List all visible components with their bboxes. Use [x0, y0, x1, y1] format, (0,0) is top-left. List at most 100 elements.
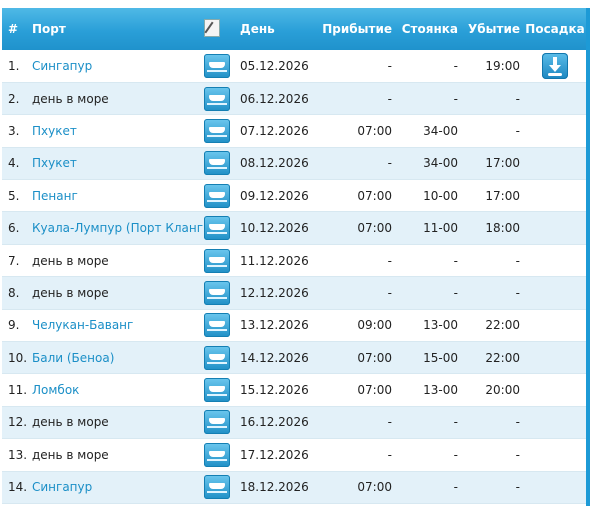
port-cell: день в море [32, 406, 204, 440]
stay-cell: 15-00 [392, 341, 458, 375]
ship-icon[interactable] [204, 280, 230, 305]
stay-cell: - [392, 276, 458, 310]
ship-icon[interactable] [204, 378, 230, 403]
boarding-cell [520, 309, 590, 343]
port-cell: день в море [32, 244, 204, 278]
stay-cell: 34-00 [392, 147, 458, 181]
table-row: 8. день в море 12.12.2026- - - [2, 276, 590, 310]
sea-day-label: день в море [32, 447, 109, 462]
ship-icon[interactable] [204, 86, 230, 111]
port-cell: день в море [32, 438, 204, 472]
stay-cell: 34-00 [392, 114, 458, 148]
day-cell: 14.12.2026 [240, 341, 322, 375]
day-cell: 11.12.2026 [240, 244, 322, 278]
scrollbar[interactable] [586, 8, 590, 506]
port-link[interactable]: Пенанг [32, 189, 78, 203]
row-number: 2. [2, 82, 32, 116]
day-cell: 17.12.2026 [240, 438, 322, 472]
header-port: Порт [32, 22, 66, 36]
port-cell: Пенанг [32, 179, 204, 213]
ship-cell [204, 179, 240, 213]
table-row: 2. день в море 06.12.2026- - - [2, 82, 590, 116]
stay-cell: 10-00 [392, 179, 458, 213]
itinerary-table: # Порт День Прибытие Стоянка Убытие Поса… [2, 8, 590, 504]
ship-icon[interactable] [204, 410, 230, 435]
boarding-cell [520, 438, 590, 472]
arrival-cell: 09:00 [322, 309, 392, 343]
ship-cell [204, 276, 240, 310]
ship-icon[interactable] [204, 345, 230, 370]
stay-cell: 13-00 [392, 309, 458, 343]
ship-icon[interactable] [204, 151, 230, 176]
port-link[interactable]: Пхукет [32, 124, 77, 138]
port-link[interactable]: Сингапур [32, 480, 92, 494]
sea-day-label: день в море [32, 91, 109, 106]
port-link[interactable]: Сингапур [32, 59, 92, 73]
ship-icon[interactable] [204, 313, 230, 338]
table-row: 10. Бали (Беноа) 14.12.2026 07:00 15-00 22:00 [2, 341, 590, 375]
row-number: 9. [2, 309, 32, 343]
port-link[interactable]: Пхукет [32, 156, 77, 170]
arrival-cell: - [322, 406, 392, 440]
row-number: 10. [2, 341, 32, 375]
ship-icon[interactable] [204, 216, 230, 241]
port-cell: Пхукет [32, 114, 204, 148]
day-cell: 10.12.2026 [240, 211, 322, 245]
boarding-cell [520, 179, 590, 213]
port-cell: Сингапур [32, 471, 204, 504]
stay-cell: - [392, 406, 458, 440]
ship-cell [204, 406, 240, 440]
day-cell: 15.12.2026 [240, 373, 322, 407]
departure-cell: - [458, 471, 520, 504]
departure-cell: 22:00 [458, 309, 520, 343]
header-day: День [240, 22, 275, 36]
row-number: 8. [2, 276, 32, 310]
boarding-cell [520, 211, 590, 245]
stay-cell: - [392, 50, 458, 83]
ship-icon[interactable] [204, 248, 230, 273]
header-boarding: Посадка [525, 22, 585, 36]
table-row: 7. день в море 11.12.2026- - - [2, 244, 590, 278]
stay-cell: 13-00 [392, 373, 458, 407]
ship-cell [204, 211, 240, 245]
port-cell: Челукан-Баванг [32, 309, 204, 343]
departure-cell: 22:00 [458, 341, 520, 375]
ship-icon[interactable] [204, 118, 230, 143]
port-link[interactable]: Куала-Лумпур (Порт Кланг) [32, 221, 208, 235]
departure-cell: - [458, 276, 520, 310]
ship-cell [204, 244, 240, 278]
table-row: 6. Куала-Лумпур (Порт Кланг) 10.12.2026 07:… [2, 211, 590, 245]
itinerary-panel: # Порт День Прибытие Стоянка Убытие Поса… [2, 0, 590, 506]
departure-cell: - [458, 82, 520, 116]
row-number: 11. [2, 373, 32, 407]
port-link[interactable]: Челукан-Баванг [32, 318, 133, 332]
departure-cell: 17:00 [458, 179, 520, 213]
port-cell: день в море [32, 82, 204, 116]
ship-icon[interactable] [204, 183, 230, 208]
departure-cell: 18:00 [458, 211, 520, 245]
stay-cell: - [392, 471, 458, 504]
ship-icon[interactable] [204, 442, 230, 467]
day-cell: 09.12.2026 [240, 179, 322, 213]
table-header: # Порт День Прибытие Стоянка Убытие Поса… [2, 8, 590, 50]
port-link[interactable]: Ломбок [32, 383, 79, 397]
port-link[interactable]: Бали (Беноа) [32, 351, 114, 365]
row-number: 1. [2, 50, 32, 83]
row-number: 7. [2, 244, 32, 278]
ship-icon[interactable] [204, 475, 230, 500]
ship-cell [204, 471, 240, 504]
arrival-cell: - [322, 82, 392, 116]
table-row: 4. Пхукет 08.12.2026-34-00 17:00 [2, 147, 590, 181]
download-icon[interactable] [542, 52, 568, 79]
day-cell: 16.12.2026 [240, 406, 322, 440]
table-row: 13. день в море 17.12.2026- - - [2, 438, 590, 472]
row-number: 3. [2, 114, 32, 148]
ship-cell [204, 309, 240, 343]
table-row: 1. Сингапур 05.12.2026- -19:00 [2, 50, 590, 83]
table-row: 3. Пхукет 07.12.2026 07:00 34-00- [2, 114, 590, 148]
stay-cell: - [392, 82, 458, 116]
ship-cell [204, 114, 240, 148]
row-number: 12. [2, 406, 32, 440]
ship-icon[interactable] [204, 53, 230, 78]
boarding-cell [520, 82, 590, 116]
